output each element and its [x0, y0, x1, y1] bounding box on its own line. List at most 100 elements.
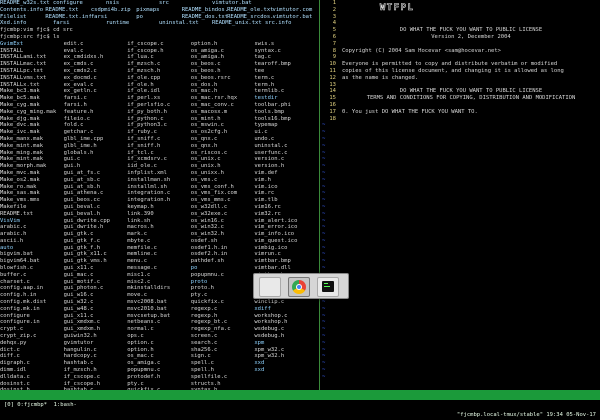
ls-entry: vimtutor.bat [272, 13, 313, 20]
ls-entry: installml.sh [127, 183, 167, 190]
ls-entry: msvc2010.bat [127, 305, 167, 312]
ls-entry: structs.h [190, 380, 221, 387]
ls-entry: uninstal.txt [159, 20, 199, 27]
ls-entry: Make_cyg.mak [0, 101, 40, 108]
terminal-icon[interactable] [317, 277, 339, 297]
ls-entry: xxd [254, 367, 265, 374]
tilde-marker: ~ [322, 360, 326, 367]
ls-entry: INSTALLvms.txt [0, 74, 47, 81]
editor-line: 12 as the name is changed. [322, 75, 600, 82]
ls-entry: dehqx.py [0, 339, 27, 346]
line-number: 17 [329, 108, 336, 115]
tilde-marker: ~ [322, 156, 326, 163]
ls-entry: README_unix.txt [212, 20, 262, 27]
ls-entry: gui_w48.c [63, 305, 94, 312]
ls-entry: if_python3.c [127, 122, 167, 129]
ls-row: Makefile gui_beval.c keymap.h os_w32dll.c vi… [0, 204, 318, 211]
ls-entry: buffer.c [0, 271, 27, 278]
ls-entry: po [136, 13, 143, 20]
editor-line-text: 0. You just DO WHAT THE FUCK YOU WANT TO… [342, 108, 478, 115]
ls-entry: gui_xmdxm.c [63, 319, 101, 326]
ls-entry: dosinst.c [0, 380, 30, 387]
tilde-marker: ~ [322, 326, 326, 333]
ls-row: Make_dvc.mak fold.c if_python3.c os_mswin.c… [0, 122, 318, 129]
ls-header-row: README_w32s.txt configure nsis src vimtutor.… [0, 0, 318, 7]
editor-line: 8 Copyright (C) 2004 Sam Hocevar <sam@hoc… [322, 48, 600, 55]
tmux-window-list[interactable]: [0] 0:fjcmbp* 1:bash- [4, 400, 77, 410]
ls-entry: workshop.h [254, 319, 288, 326]
ls-entry: link.390 [127, 210, 154, 217]
editor-line: 7 [322, 41, 600, 48]
ls-entry: Make_mint.mak [0, 156, 44, 163]
ls-entry: Make_mvc.mak [0, 169, 40, 176]
ls-entry: os_unix.c [190, 156, 221, 163]
blank-window-icon[interactable] [259, 277, 281, 297]
ls-entry: if_cscope.c [63, 373, 101, 380]
ls-entry: VisVim [0, 217, 20, 224]
ls-entry: os_unix.h [190, 163, 221, 170]
vim-editor-pane[interactable]: 1 2 3 4 5 DO WHAT THE FUCK YOU WANT TO PUBLIC… [322, 0, 600, 390]
line-number: 7 [332, 40, 336, 47]
ls-entry: Make_ro.mak [0, 183, 37, 190]
ls-entry: msvcsetup.bat [127, 312, 171, 319]
ls-entry: gui_at_fs.c [63, 169, 101, 176]
ls-row: Make_cyg_ming.mak feature.h if_py_both.h os… [0, 109, 318, 116]
ls-entry: winclip.c [254, 299, 285, 306]
ls-entry: fileio.c [63, 115, 91, 122]
chrome-logo-icon [292, 280, 306, 294]
terminal-left-pane[interactable]: README_w32s.txt configure nsis src vimtutor.… [0, 0, 318, 390]
ls-entry: crypt.c [0, 326, 24, 333]
ls-entry: os_beos.h [190, 67, 221, 74]
shell-prompt-line: fjcmbp:vim fjc$ cd src [0, 27, 73, 34]
editor-line: 4 [322, 20, 600, 27]
editor-line: 2 [322, 7, 600, 14]
ls-entry: guiwin32.h [63, 333, 97, 340]
editor-line: 18 [322, 116, 600, 123]
ls-row: ascii.h gui_gtk_f.c mbyte.c osdef.sh vim_que… [0, 238, 318, 245]
ls-entry: Xxd.info [0, 20, 27, 27]
ls-entry: os_win16.c [190, 217, 224, 224]
line-number: 14 [329, 88, 336, 95]
ls-entry: INSTALLami.txt [0, 54, 47, 61]
ls-entry: ascii.h [0, 237, 24, 244]
ls-entry: digraph.c [0, 360, 30, 367]
pane-divider[interactable] [319, 0, 320, 390]
ls-entry: gui_gtk_f.h [63, 244, 101, 251]
ls-entry: userfunc.c [254, 149, 288, 156]
ls-row: INSTALLmac.txt ex_cmds.c if_mzsch.c os_beos… [0, 61, 318, 68]
ls-row: INSTALL eval.c if_cscope.h os_amiga.c syntax… [0, 48, 318, 55]
chrome-icon[interactable] [288, 277, 310, 297]
ls-entry: if_mzsch.h [127, 67, 161, 74]
tilde-marker: ~ [322, 135, 326, 142]
ls-entry: if_sniff.h [127, 142, 161, 149]
ls-entry: Make_sas.mak [0, 190, 40, 197]
ls-entry: src.info [265, 20, 292, 27]
ls-entry: wsdebug.c [254, 326, 285, 333]
ls-entry: gui_at_sb.h [63, 183, 101, 190]
ls-entry: if_perl.xs [127, 95, 161, 102]
ls-entry: vim_error.ico [254, 224, 298, 231]
editor-line: 13 [322, 82, 600, 89]
tilde-marker: ~ [322, 353, 326, 360]
ls-entry: if_mzsch.h [63, 367, 97, 374]
ls-entry: Filelist [0, 13, 27, 20]
ls-row: INSTALLvms.txt ex_docmd.c if_ole.cpp os_beo… [0, 75, 318, 82]
tilde-marker: ~ [322, 231, 326, 238]
ls-entry: term.h [254, 81, 275, 88]
empty-buffer-line: ~ [322, 272, 600, 279]
empty-buffer-line: ~ [322, 122, 600, 129]
ls-entry: README_ole.txt [227, 6, 273, 13]
line-number: 3 [332, 13, 336, 20]
ls-row: Make_manx.mak glbl_ime.cpp if_sniff.c os_qn… [0, 136, 318, 143]
line-number: 5 [332, 27, 336, 34]
line-number: 11 [329, 67, 336, 74]
ls-row: Make_ivc.mak getchar.c if_ruby.c os_os2cfg.… [0, 129, 318, 136]
ls-entry: gui_gtk_x11.c [63, 251, 107, 258]
empty-buffer-line: ~ [322, 306, 600, 313]
tmux-host-clock: "fjcmbp.local-tmux/stable" 19:34 05-Nov-… [456, 412, 596, 418]
ls-entry: edit.c [63, 40, 84, 47]
ls-entry: if_lua.c [127, 54, 154, 61]
ls-entry: hashtab.c [63, 360, 94, 367]
ls-entry: osdef1.h.in [190, 244, 228, 251]
empty-buffer-line: ~ [322, 265, 600, 272]
